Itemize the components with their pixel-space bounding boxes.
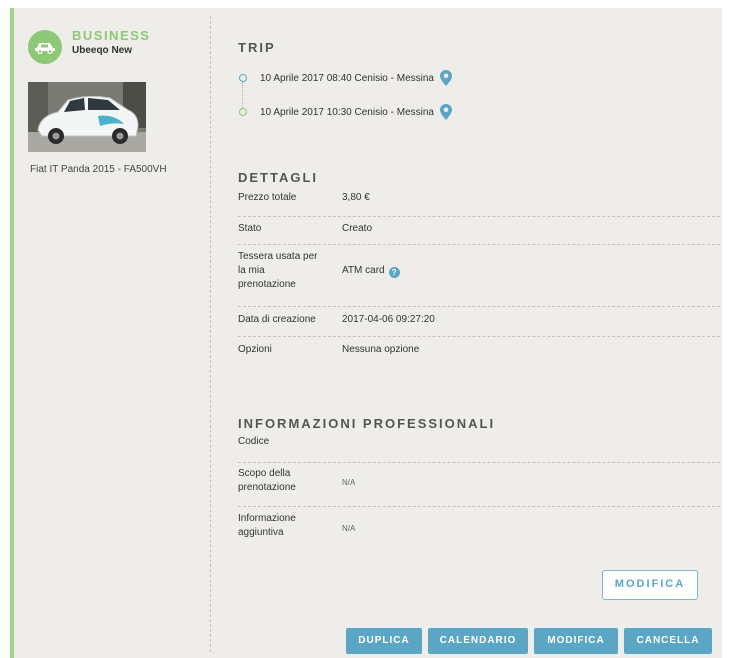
pro-row-extra: Informazione aggiuntiva N/A (238, 506, 720, 552)
detail-value-wrap: ATM card? (342, 264, 400, 278)
vehicle-caption: Fiat IT Panda 2015 - FA500VH (30, 164, 167, 175)
provider-label: Ubeeqo New (72, 45, 133, 56)
detail-label: Tessera usata per la mia prenotazione (238, 251, 318, 290)
duplicate-button[interactable]: DUPLICA (346, 628, 422, 654)
detail-value: Creato (342, 223, 373, 234)
detail-row-status: Stato Creato (238, 216, 720, 245)
edit-button[interactable]: MODIFICA (534, 628, 618, 654)
details-title: DETTAGLI (238, 170, 319, 185)
map-pin-icon[interactable] (440, 104, 452, 120)
edit-professional-button[interactable]: MODIFICA (602, 570, 698, 600)
detail-label: Stato (238, 223, 262, 234)
detail-value: ATM card (342, 265, 385, 276)
map-pin-icon[interactable] (440, 70, 452, 86)
detail-label: Codice (238, 436, 270, 447)
trip-title: TRIP (238, 40, 276, 55)
detail-row-price: Prezzo totale 3,80 € (238, 188, 720, 217)
detail-value: N/A (342, 524, 356, 533)
vehicle-panel: BUSINESS Ubeeqo New Fiat IT Panda 2015 -… (14, 8, 210, 658)
pro-row-code: Codice (238, 432, 720, 463)
detail-value: 3,80 € (342, 192, 370, 203)
trip-stop-end: 10 Aprile 2017 10:30 Cenisio - Messina (238, 102, 452, 122)
calendar-button[interactable]: CALENDARIO (428, 628, 528, 654)
detail-row-options: Opzioni Nessuna opzione (238, 336, 720, 362)
detail-value: 2017-04-06 09:27:20 (342, 314, 435, 325)
pro-row-purpose: Scopo della prenotazione N/A (238, 462, 720, 507)
reservation-card: BUSINESS Ubeeqo New Fiat IT Panda 2015 -… (10, 8, 722, 658)
detail-label: Data di creazione (238, 314, 316, 325)
detail-label: Scopo della prenotazione (238, 468, 296, 493)
trip-stop-text: 10 Aprile 2017 08:40 Cenisio - Messina (260, 72, 434, 84)
trip-stop-start: 10 Aprile 2017 08:40 Cenisio - Messina (238, 68, 452, 88)
trip-stop-text: 10 Aprile 2017 10:30 Cenisio - Messina (260, 106, 434, 118)
detail-label: Informazione aggiuntiva (238, 513, 296, 538)
start-dot-icon (239, 74, 247, 82)
help-icon[interactable]: ? (388, 267, 400, 278)
detail-row-card: Tessera usata per la mia prenotazione AT… (238, 244, 720, 307)
end-dot-icon (239, 108, 247, 116)
cancel-button[interactable]: CANCELLA (624, 628, 712, 654)
panel-divider (210, 16, 211, 652)
detail-value: Nessuna opzione (342, 344, 420, 355)
business-car-icon (28, 30, 62, 64)
detail-row-created: Data di creazione 2017-04-06 09:27:20 (238, 306, 720, 337)
detail-value: N/A (342, 478, 356, 487)
detail-label: Opzioni (238, 344, 272, 355)
detail-label: Prezzo totale (238, 192, 297, 203)
vehicle-photo (28, 82, 146, 152)
category-label: BUSINESS (72, 28, 151, 43)
professional-title: INFORMAZIONI PROFESSIONALI (238, 416, 496, 431)
